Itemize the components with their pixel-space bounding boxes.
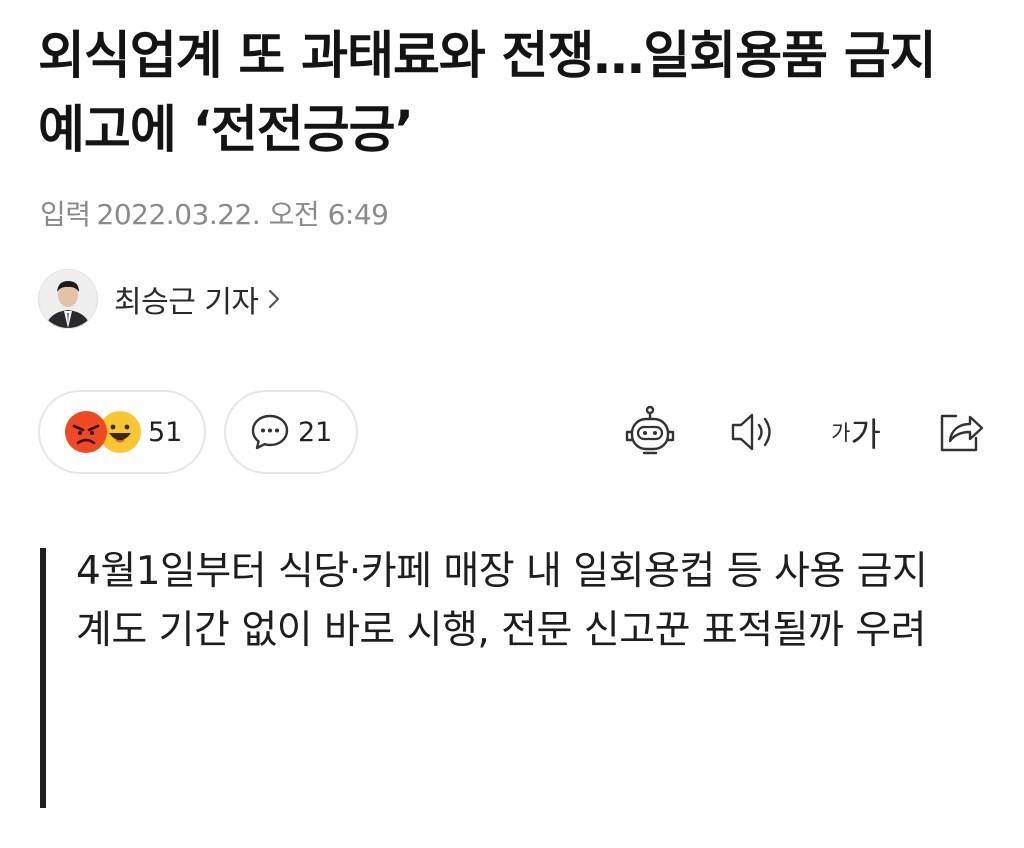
reporter-link[interactable]: 최승근 기자 [38,268,281,330]
speaker-icon [731,413,771,451]
date-value: 2022.03.22. 오전 6:49 [96,198,389,231]
robot-icon [625,405,675,455]
font-size-small-label: 가 [831,421,851,445]
reaction-button[interactable]: 51 [38,390,206,474]
font-size-large-label: 가 [850,415,881,454]
summary-bot-button[interactable] [620,400,680,464]
summary-line: 4월1일부터 식당·카페 매장 내 일회용컵 등 사용 금지 [76,549,928,594]
reporter-name: 최승근 기자 [114,285,259,320]
article-summary: 4월1일부터 식당·카페 매장 내 일회용컵 등 사용 금지 계도 기간 없이 … [40,548,980,808]
comment-count: 21 [298,416,333,448]
font-size-button[interactable]: 가가 [824,400,888,464]
text-to-speech-button[interactable] [722,400,782,464]
angry-face-icon [65,411,107,453]
speech-bubble-icon [251,414,289,450]
article-title: 외식업계 또 과태료와 전쟁…일회용품 금지 예고에 ‘전전긍긍’ [38,27,937,160]
summary-line: 계도 기간 없이 바로 시행, 전문 신고꾼 표적될까 우려 [76,608,927,653]
reporter-avatar [38,269,98,329]
publish-date: 입력 2022.03.22. 오전 6:49 [40,193,394,233]
share-button[interactable] [930,400,990,464]
date-label: 입력 [40,198,91,231]
share-icon [940,414,984,452]
chevron-right-icon [268,289,279,309]
reaction-emojis [64,410,141,454]
reaction-count: 51 [148,416,183,448]
comment-button[interactable]: 21 [224,390,358,474]
